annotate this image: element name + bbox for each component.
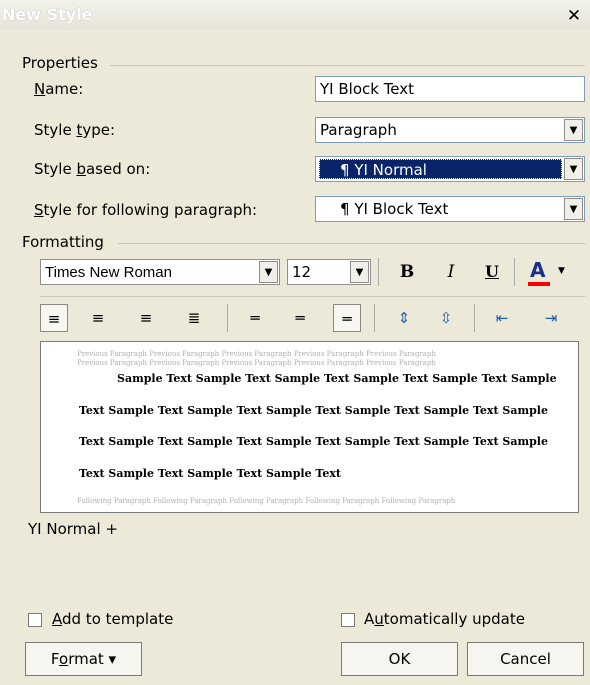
following-paragraph: Following Paragraph Following Paragraph … [77,497,456,505]
sample-text-line: Text Sample Text Sample Text Sample Text… [79,404,548,417]
double-space-icon: ═ [342,310,352,328]
ok-button[interactable]: OK [341,642,458,676]
formatting-divider [118,243,585,244]
double-space-button[interactable]: ═ [333,304,361,332]
font-color-swatch [528,282,550,286]
based-on-selected: ¶ YI Normal [319,159,562,179]
chevron-down-icon[interactable]: ▼ [350,261,369,283]
format-button[interactable]: Format ▾ [25,642,142,676]
italic-button[interactable]: I [437,258,465,286]
chevron-down-icon: ▼ [558,266,565,276]
window-title: New Style [2,5,93,24]
chevron-down-icon[interactable]: ▼ [564,198,583,220]
name-label: Name: [34,80,84,98]
single-space-icon: ═ [250,309,260,327]
chevron-down-icon[interactable]: ▼ [564,158,583,180]
sample-text-line: Text Sample Text Sample Text Sample Text… [79,435,548,448]
toolbar-separator [514,258,515,286]
toolbar-separator [227,304,228,332]
paragraph-spacing-down-icon: ⇳ [439,309,453,327]
style-type-select[interactable]: Paragraph ▼ [315,117,585,143]
properties-divider [110,65,585,66]
sample-text-line: Text Sample Text Sample Text Sample Text [79,467,341,480]
properties-group-label: Properties [22,54,104,72]
align-right-icon: ≡ [139,309,153,327]
single-space-button[interactable]: ═ [241,304,269,332]
following-value: YI Block Text [354,200,449,218]
style-description: YI Normal + [28,520,118,538]
size-select[interactable]: 12 ▼ [287,259,371,285]
previous-paragraph: Previous Paragraph Previous Paragraph Pr… [77,359,436,367]
based-on-label: Style based on: [34,160,151,178]
bold-button[interactable]: B [393,258,421,286]
chevron-down-icon[interactable]: ▼ [564,119,583,141]
one-half-space-button[interactable]: ═ [286,304,314,332]
align-left-button[interactable]: ≡ [40,304,68,332]
increase-paragraph-spacing-button[interactable]: ⇕ [390,304,418,332]
one-half-space-icon: ═ [295,309,305,327]
add-to-template-checkbox[interactable] [28,613,42,627]
cancel-button[interactable]: Cancel [467,642,584,676]
font-color-button[interactable]: A ▼ [522,258,578,288]
font-value: Times New Roman [45,264,172,281]
font-color-letter: A [530,258,546,282]
align-center-icon: ≡ [91,309,105,327]
toolbar-separator [378,258,379,286]
chevron-down-icon[interactable]: ▼ [259,261,278,283]
automatically-update-checkbox[interactable] [341,613,355,627]
based-on-select[interactable]: ¶ YI Normal ▼ [315,156,585,182]
font-select[interactable]: Times New Roman ▼ [40,259,280,285]
style-type-value: Paragraph [320,121,397,139]
formatting-group-label: Formatting [22,233,110,251]
add-to-template-label[interactable]: Add to template [52,610,173,628]
pilcrow-icon: ¶ [340,161,350,179]
sample-text-line: Sample Text Sample Text Sample Text Samp… [117,372,557,385]
justify-button[interactable]: ≣ [180,304,208,332]
underline-button[interactable]: U [478,258,506,286]
justify-icon: ≣ [187,309,201,327]
toolbar-divider [40,296,585,297]
decrease-paragraph-spacing-button[interactable]: ⇳ [432,304,460,332]
decrease-indent-button[interactable]: ⇤ [488,304,516,332]
following-label: Style for following paragraph: [34,201,258,219]
style-type-label: Style type: [34,121,116,139]
based-on-value: YI Normal [354,161,427,179]
align-right-button[interactable]: ≡ [132,304,160,332]
paragraph-spacing-up-icon: ⇕ [397,309,411,327]
automatically-update-label[interactable]: Automatically update [364,610,525,628]
close-icon[interactable]: ✕ [566,8,582,25]
name-field[interactable]: YI Block Text [315,76,585,102]
align-left-icon: ≡ [47,310,61,328]
style-preview: Previous Paragraph Previous Paragraph Pr… [40,341,579,513]
decrease-indent-icon: ⇤ [495,309,509,327]
previous-paragraph: Previous Paragraph Previous Paragraph Pr… [77,350,436,358]
toolbar-separator [374,304,375,332]
pilcrow-icon: ¶ [340,200,350,218]
size-value: 12 [292,263,312,281]
align-center-button[interactable]: ≡ [84,304,112,332]
toolbar-separator [474,304,475,332]
increase-indent-button[interactable]: ⇥ [537,304,565,332]
following-select[interactable]: ¶ YI Block Text ▼ [315,196,585,222]
increase-indent-icon: ⇥ [544,309,558,327]
